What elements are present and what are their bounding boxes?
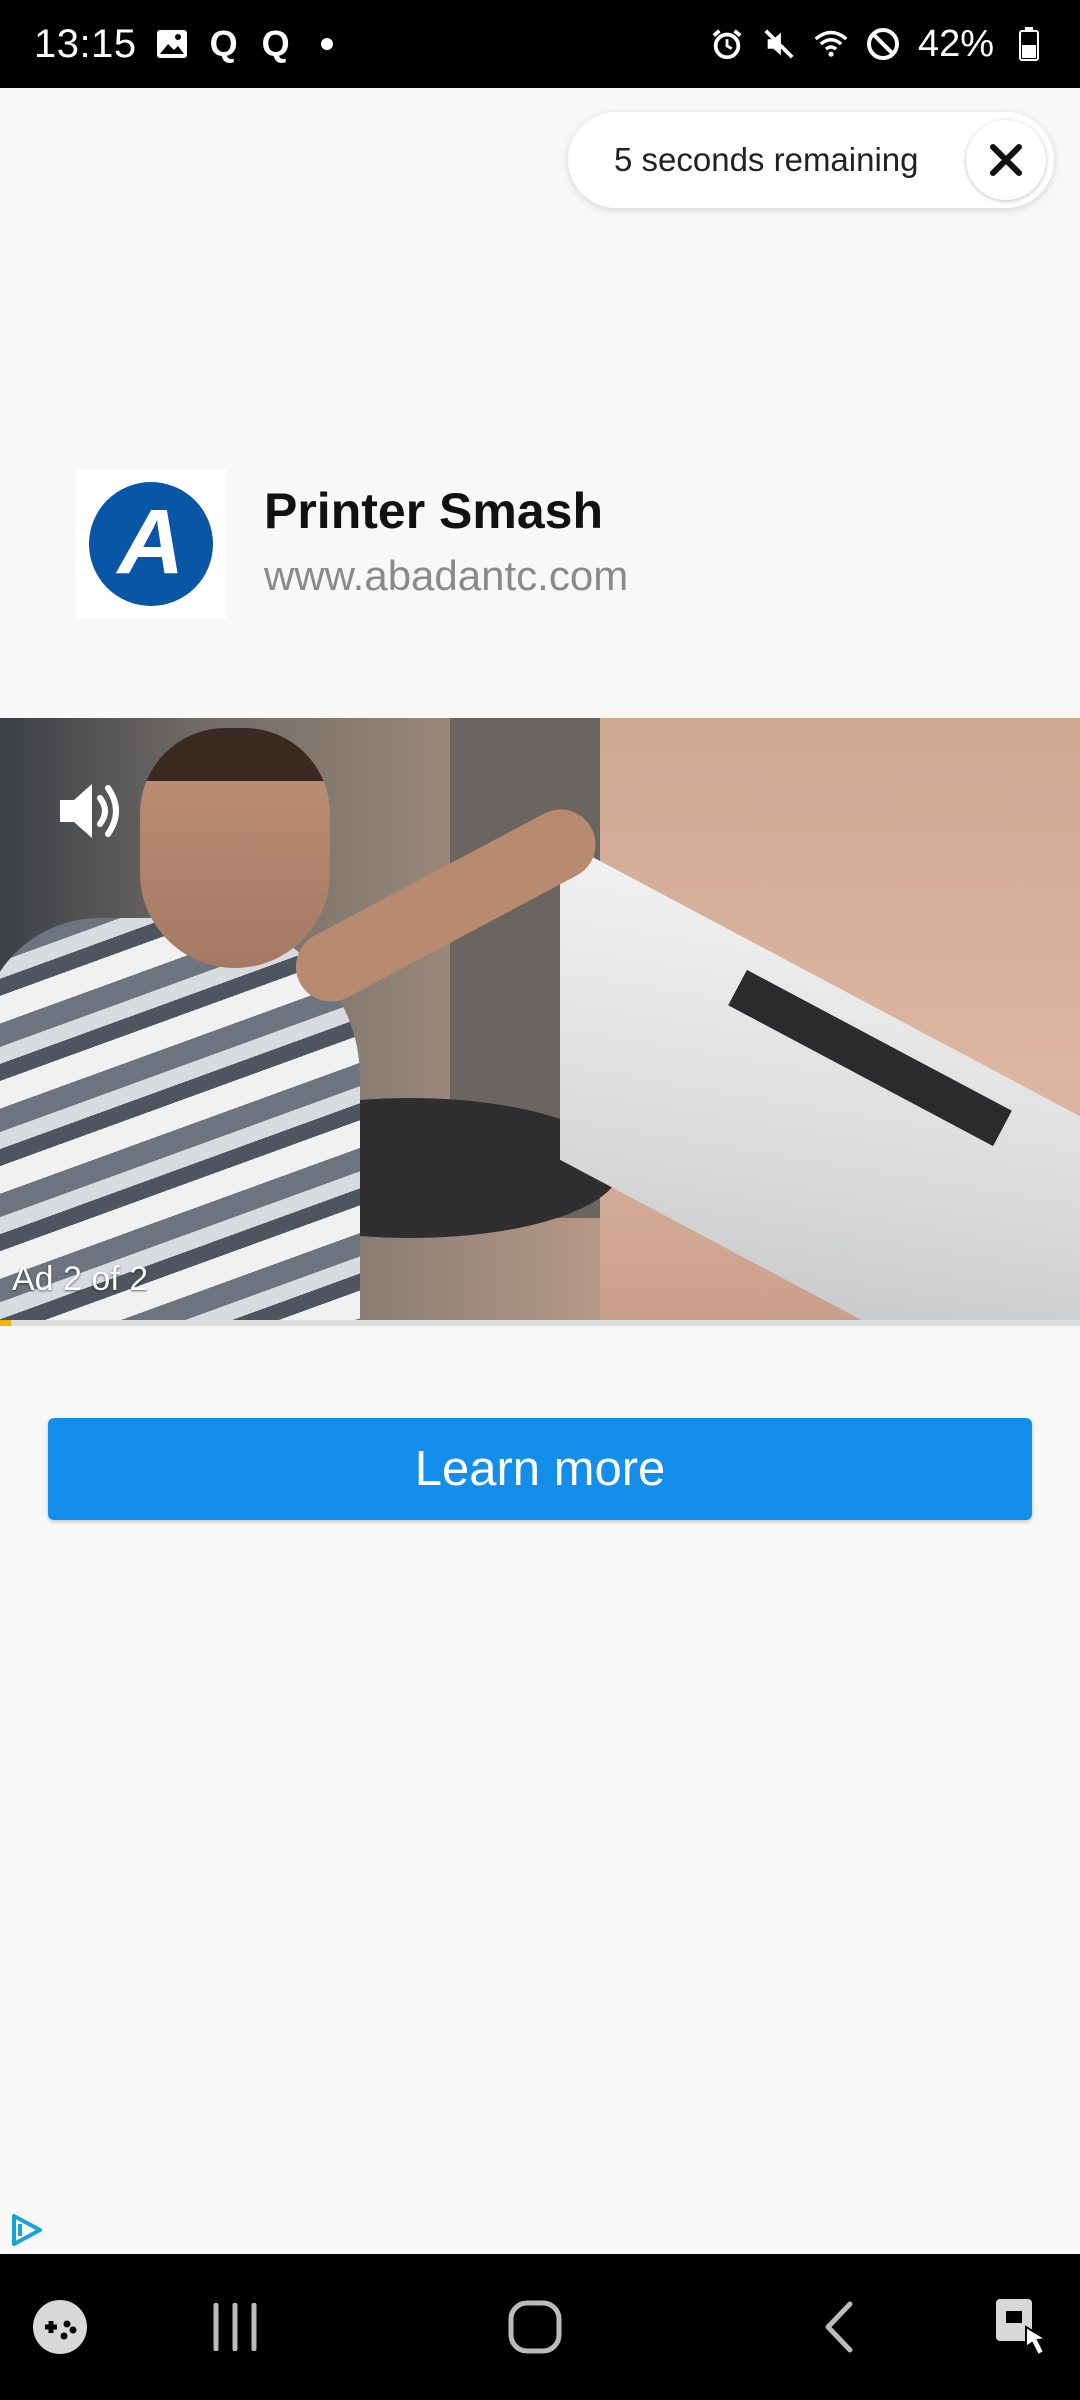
advertiser-title[interactable]: Printer Smash — [264, 482, 603, 540]
video-progress-fill — [0, 1320, 11, 1326]
ad-video[interactable]: Ad 2 of 2 — [0, 718, 1080, 1320]
video-person-head — [140, 728, 330, 968]
status-bar-right: 42% — [710, 23, 1046, 66]
status-time: 13:15 — [34, 21, 137, 66]
battery-icon — [1012, 27, 1046, 61]
notification-dot-icon — [320, 38, 333, 50]
game-launcher-icon — [33, 2300, 87, 2354]
adchoices-button[interactable] — [8, 2212, 44, 2248]
accessibility-button[interactable] — [980, 2254, 1060, 2400]
advertiser-url[interactable]: www.abadantc.com — [264, 552, 628, 600]
alarm-icon — [710, 27, 744, 61]
wifi-icon — [814, 27, 848, 61]
home-button[interactable] — [490, 2254, 580, 2400]
accessibility-icon — [996, 2299, 1048, 2357]
recents-button[interactable] — [190, 2254, 280, 2400]
recents-icon — [213, 2303, 257, 2351]
video-progress-track — [0, 1320, 1080, 1326]
ad-counter: Ad 2 of 2 — [12, 1260, 149, 1298]
navigation-bar — [0, 2254, 1080, 2400]
mute-icon — [762, 27, 796, 61]
game-launcher-button[interactable] — [20, 2254, 100, 2400]
image-icon — [155, 27, 189, 61]
status-bar-left: 13:15 Q Q — [34, 22, 333, 67]
learn-more-button[interactable]: Learn more — [48, 1418, 1032, 1520]
dnd-icon — [866, 27, 900, 61]
advertiser-logo-icon[interactable]: A — [76, 469, 226, 619]
volume-icon — [60, 784, 119, 838]
close-ad-button[interactable] — [966, 120, 1046, 200]
back-icon — [825, 2301, 853, 2353]
close-icon — [990, 144, 1022, 176]
advertiser-logo-letter: A — [116, 491, 184, 593]
home-icon — [508, 2300, 562, 2354]
countdown-text: 5 seconds remaining — [614, 141, 919, 178]
volume-button[interactable] — [56, 778, 126, 849]
battery-percent: 42% — [917, 22, 994, 65]
countdown-pill: 5 seconds remaining — [568, 112, 1054, 208]
status-bar: 13:15 Q Q 42% — [0, 0, 1080, 88]
q-app-icon: Q — [209, 23, 238, 64]
q-app-icon: Q — [261, 23, 290, 64]
adchoices-icon — [12, 2214, 42, 2246]
back-button[interactable] — [800, 2254, 880, 2400]
